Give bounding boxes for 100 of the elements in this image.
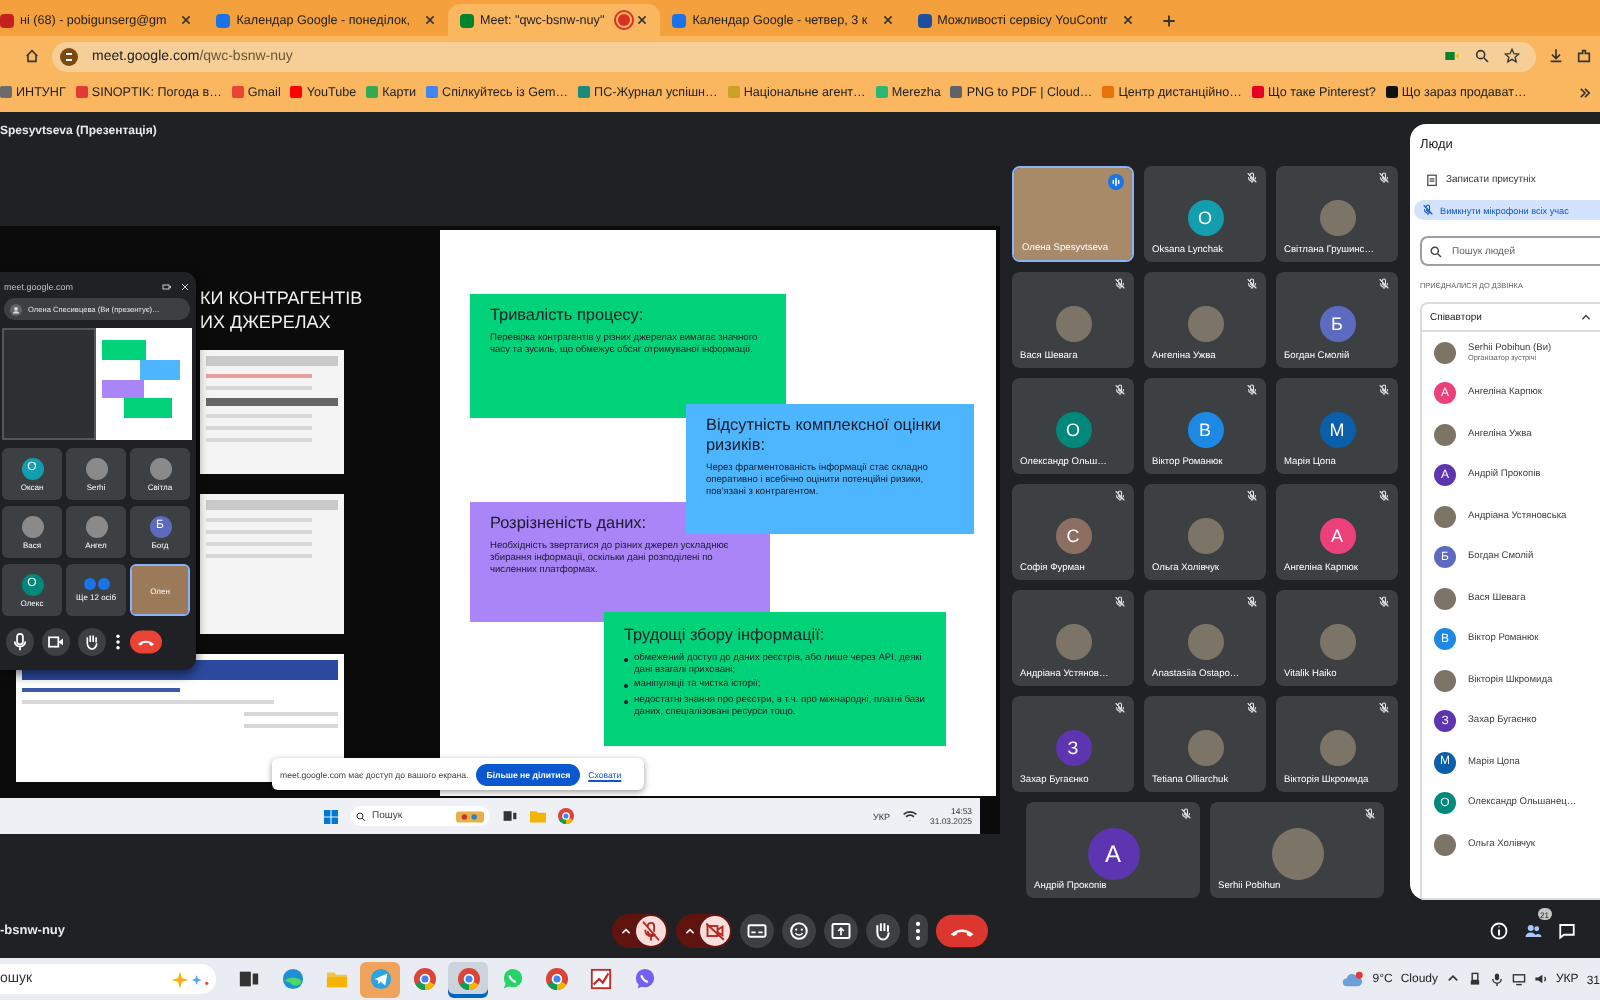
photo-placeholder	[1434, 341, 1456, 364]
slide-heading: КИ КОНТРАГЕНТІВ	[200, 286, 365, 310]
letter-avatar: О	[1055, 411, 1091, 447]
home-icon[interactable]	[24, 48, 40, 64]
card-title: Відсутність комплексної оцінки ризиків:	[706, 416, 943, 456]
photo-placeholder	[1434, 423, 1456, 446]
photo-placeholder	[1187, 729, 1223, 765]
chat-bubble-icon	[633, 968, 655, 990]
close-icon[interactable]	[180, 14, 193, 26]
mic-off-icon	[1378, 384, 1390, 396]
mic-off-icon	[1246, 596, 1258, 608]
mic-off-icon	[1114, 702, 1126, 714]
photo-placeholder	[1187, 517, 1223, 553]
sparkle-icon	[170, 969, 210, 989]
camera-icon[interactable]	[162, 281, 172, 291]
photo-placeholder	[1319, 199, 1355, 235]
windows-logo-icon[interactable]	[324, 809, 338, 823]
camera-button[interactable]	[700, 916, 730, 946]
caret-button[interactable]	[684, 925, 696, 937]
mic-off-icon	[1114, 490, 1126, 502]
microphone-button[interactable]	[636, 916, 666, 946]
people-icon[interactable]	[1524, 922, 1542, 940]
photo-placeholder	[1319, 729, 1355, 765]
video-placeholder	[1014, 168, 1132, 260]
site-info-icon[interactable]	[60, 47, 78, 65]
video-camera-icon[interactable]	[1444, 48, 1460, 64]
chat-icon[interactable]	[1558, 922, 1576, 940]
letter-avatar: А	[1087, 827, 1139, 879]
letter-avatar: А	[1319, 517, 1355, 553]
clipboard-icon	[1426, 174, 1438, 186]
mic-off-icon	[1246, 490, 1258, 502]
caret-button[interactable]	[620, 925, 632, 937]
mic-off-icon	[1378, 278, 1390, 290]
audio-level-icon	[1108, 174, 1124, 190]
task-view-icon[interactable]	[502, 808, 518, 824]
taskbar-app[interactable]	[448, 961, 488, 997]
microphone-icon[interactable]	[1490, 972, 1504, 986]
present-button[interactable]	[824, 914, 858, 948]
mic-off-icon	[1114, 384, 1126, 396]
weather-cloud-icon[interactable]	[1342, 969, 1365, 989]
photo-placeholder	[1434, 833, 1456, 856]
screenshot-drawing	[200, 494, 344, 634]
camera-button[interactable]	[42, 628, 70, 656]
zoom-icon[interactable]	[1474, 48, 1490, 64]
photo-placeholder	[1434, 669, 1456, 692]
mic-off-icon	[1114, 278, 1126, 290]
download-icon[interactable]	[1548, 48, 1564, 64]
card-title: Тривалість процесу:	[490, 306, 646, 326]
photo-placeholder	[21, 515, 43, 537]
close-icon[interactable]	[636, 14, 649, 26]
letter-avatar: М	[1319, 411, 1355, 447]
browser-icon[interactable]	[558, 808, 574, 824]
photo-placeholder	[1319, 623, 1355, 659]
star-icon[interactable]	[1504, 48, 1520, 64]
mic-off-icon	[1180, 808, 1192, 820]
emoji-button[interactable]	[782, 914, 816, 948]
search-icon	[1430, 245, 1442, 257]
close-icon[interactable]	[423, 14, 436, 26]
taskbar-app[interactable]	[360, 961, 400, 997]
raise-hand-button[interactable]	[866, 914, 900, 948]
microphone-button[interactable]	[6, 628, 34, 656]
search-icon	[356, 811, 366, 821]
photo-placeholder	[1434, 587, 1456, 610]
close-icon[interactable]	[881, 14, 894, 26]
video-placeholder	[132, 566, 188, 614]
mic-off-icon	[1364, 808, 1376, 820]
chart-icon	[589, 968, 611, 990]
end-call-button[interactable]	[130, 630, 162, 654]
chevron-icon[interactable]	[1446, 972, 1460, 986]
letter-avatar: С	[1055, 517, 1091, 553]
mic-off-icon	[1246, 702, 1258, 714]
mic-off-icon	[1378, 702, 1390, 714]
speaker-icon[interactable]	[1534, 972, 1548, 986]
mic-off-icon	[1246, 278, 1258, 290]
more-options-button[interactable]	[908, 914, 928, 948]
monitor-icon[interactable]	[1512, 972, 1526, 986]
card-title: Розрізненість даних:	[490, 514, 649, 534]
photo-placeholder	[1055, 623, 1091, 659]
photo-placeholder	[1434, 505, 1456, 528]
photo-placeholder	[1187, 305, 1223, 341]
mic-off-icon	[1378, 172, 1390, 184]
close-icon[interactable]	[1121, 14, 1134, 26]
letter-avatar: З	[1055, 729, 1091, 765]
photo-placeholder	[1055, 305, 1091, 341]
mic-off-icon	[1378, 490, 1390, 502]
raise-hand-button[interactable]	[78, 628, 106, 656]
photo-placeholder	[1271, 827, 1323, 879]
folder-icon	[325, 968, 347, 990]
photo-placeholder	[149, 457, 171, 479]
end-call-button[interactable]	[936, 914, 988, 948]
new-tab-icon[interactable]	[1161, 14, 1176, 28]
captions-button[interactable]	[740, 914, 774, 948]
photo-placeholder	[85, 457, 107, 479]
mic-off-icon	[1114, 596, 1126, 608]
puzzle-icon[interactable]	[1576, 48, 1592, 64]
info-icon[interactable]	[1490, 922, 1508, 940]
double-chevron-icon[interactable]	[1578, 85, 1592, 99]
photo-placeholder	[85, 515, 107, 537]
letter-avatar: В	[1187, 411, 1223, 447]
screenshot-drawing	[200, 350, 344, 474]
